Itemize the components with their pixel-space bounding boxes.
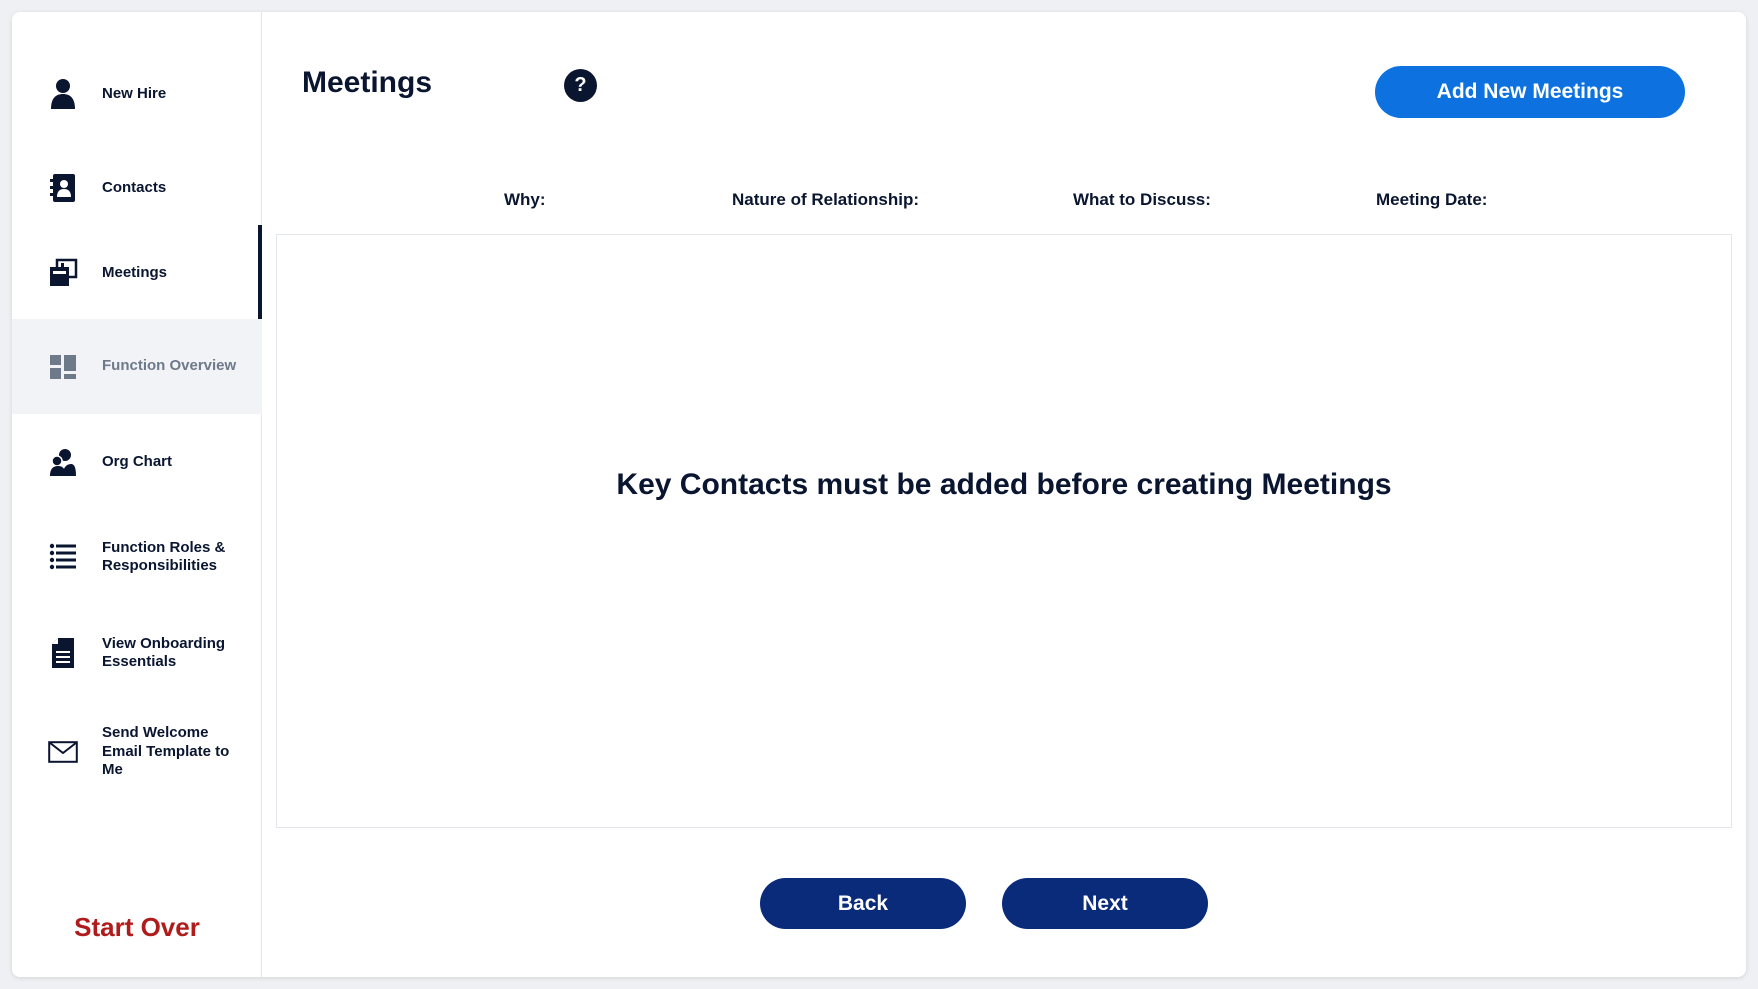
document-icon: [48, 635, 78, 671]
column-header-why: Why:: [504, 190, 546, 209]
dashboard-icon: [48, 349, 78, 385]
envelope-icon: [48, 734, 78, 770]
sidebar: New Hire Contacts Meetings Function Over…: [12, 12, 262, 977]
person-icon: [48, 76, 78, 112]
sidebar-item-function-overview[interactable]: Function Overview: [12, 319, 262, 414]
app-window: New Hire Contacts Meetings Function Over…: [12, 12, 1746, 977]
sidebar-item-label: Meetings: [102, 263, 168, 281]
help-icon[interactable]: ?: [564, 69, 597, 102]
sidebar-item-label: Function Roles & Responsibilities: [102, 538, 226, 575]
sidebar-item-welcome-email[interactable]: Send Welcome Email Template to Me: [12, 700, 262, 804]
sidebar-item-function-roles[interactable]: Function Roles & Responsibilities: [12, 509, 262, 605]
sidebar-item-label: Function Overview: [102, 357, 237, 375]
sidebar-item-label: Contacts: [102, 178, 167, 196]
list-icon: [48, 539, 78, 575]
meetings-icon: [48, 255, 78, 291]
sidebar-item-onboarding-essentials[interactable]: View Onboarding Essentials: [12, 605, 262, 701]
sidebar-item-org-chart[interactable]: Org Chart: [12, 414, 262, 510]
back-button[interactable]: Back: [760, 878, 966, 929]
page-title: Meetings: [302, 66, 433, 99]
sidebar-item-contacts[interactable]: Contacts: [12, 140, 262, 236]
contact-book-icon: [48, 170, 78, 206]
org-chart-icon: [48, 444, 78, 480]
empty-state-message: Key Contacts must be added before creati…: [616, 468, 1392, 501]
column-header-meeting-date: Meeting Date:: [1376, 190, 1488, 209]
add-new-meetings-button[interactable]: Add New Meetings: [1375, 66, 1685, 118]
meetings-table: Key Contacts must be added before creati…: [276, 234, 1732, 828]
sidebar-item-label: Org Chart: [102, 452, 173, 470]
sidebar-item-label: New Hire: [102, 84, 167, 102]
sidebar-item-new-hire[interactable]: New Hire: [12, 46, 262, 142]
sidebar-item-label: View Onboarding Essentials: [102, 634, 226, 671]
sidebar-item-label: Send Welcome Email Template to Me: [102, 724, 230, 779]
next-button[interactable]: Next: [1002, 878, 1208, 929]
start-over-link[interactable]: Start Over: [12, 912, 262, 943]
column-header-nature-of-relationship: Nature of Relationship:: [732, 190, 920, 209]
column-header-what-to-discuss: What to Discuss:: [1073, 190, 1211, 209]
sidebar-item-meetings[interactable]: Meetings: [12, 225, 262, 321]
